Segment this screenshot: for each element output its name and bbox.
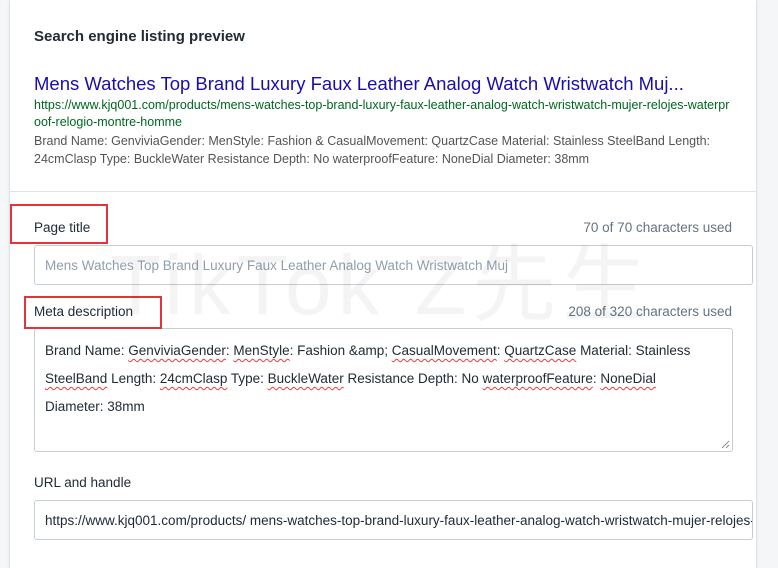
section-title: Search engine listing preview (34, 28, 245, 45)
page-title-highlight-box (10, 204, 108, 244)
url-handle-label: URL and handle (34, 475, 132, 490)
meta-description-highlight-box (24, 296, 162, 329)
preview-url: https://www.kjq001.com/products/mens-wat… (34, 98, 730, 129)
meta-description-textarea[interactable]: Brand Name: GenviviaGender: MenStyle: Fa… (34, 328, 733, 452)
url-handle-input[interactable]: https://www.kjq001.com/products/ mens-wa… (34, 500, 753, 540)
meta-text: Brand Name: GenviviaGender: MenStyle: Fa… (45, 343, 691, 414)
preview-description: Brand Name: GenviviaGender: MenStyle: Fa… (34, 134, 711, 166)
page-title-input[interactable] (34, 245, 753, 285)
url-prefix: https://www.kjq001.com/products/ (45, 512, 247, 528)
preview-title-link[interactable]: Mens Watches Top Brand Luxury Faux Leath… (34, 73, 724, 95)
page-title-char-count: 70 of 70 characters used (583, 220, 732, 235)
resize-handle-icon[interactable] (720, 439, 730, 449)
divider (10, 191, 756, 192)
meta-description-char-count: 208 of 320 characters used (568, 304, 732, 319)
seo-card: Search engine listing preview Mens Watch… (10, 0, 756, 568)
url-handle-value: mens-watches-top-brand-luxury-faux-leath… (249, 512, 752, 528)
